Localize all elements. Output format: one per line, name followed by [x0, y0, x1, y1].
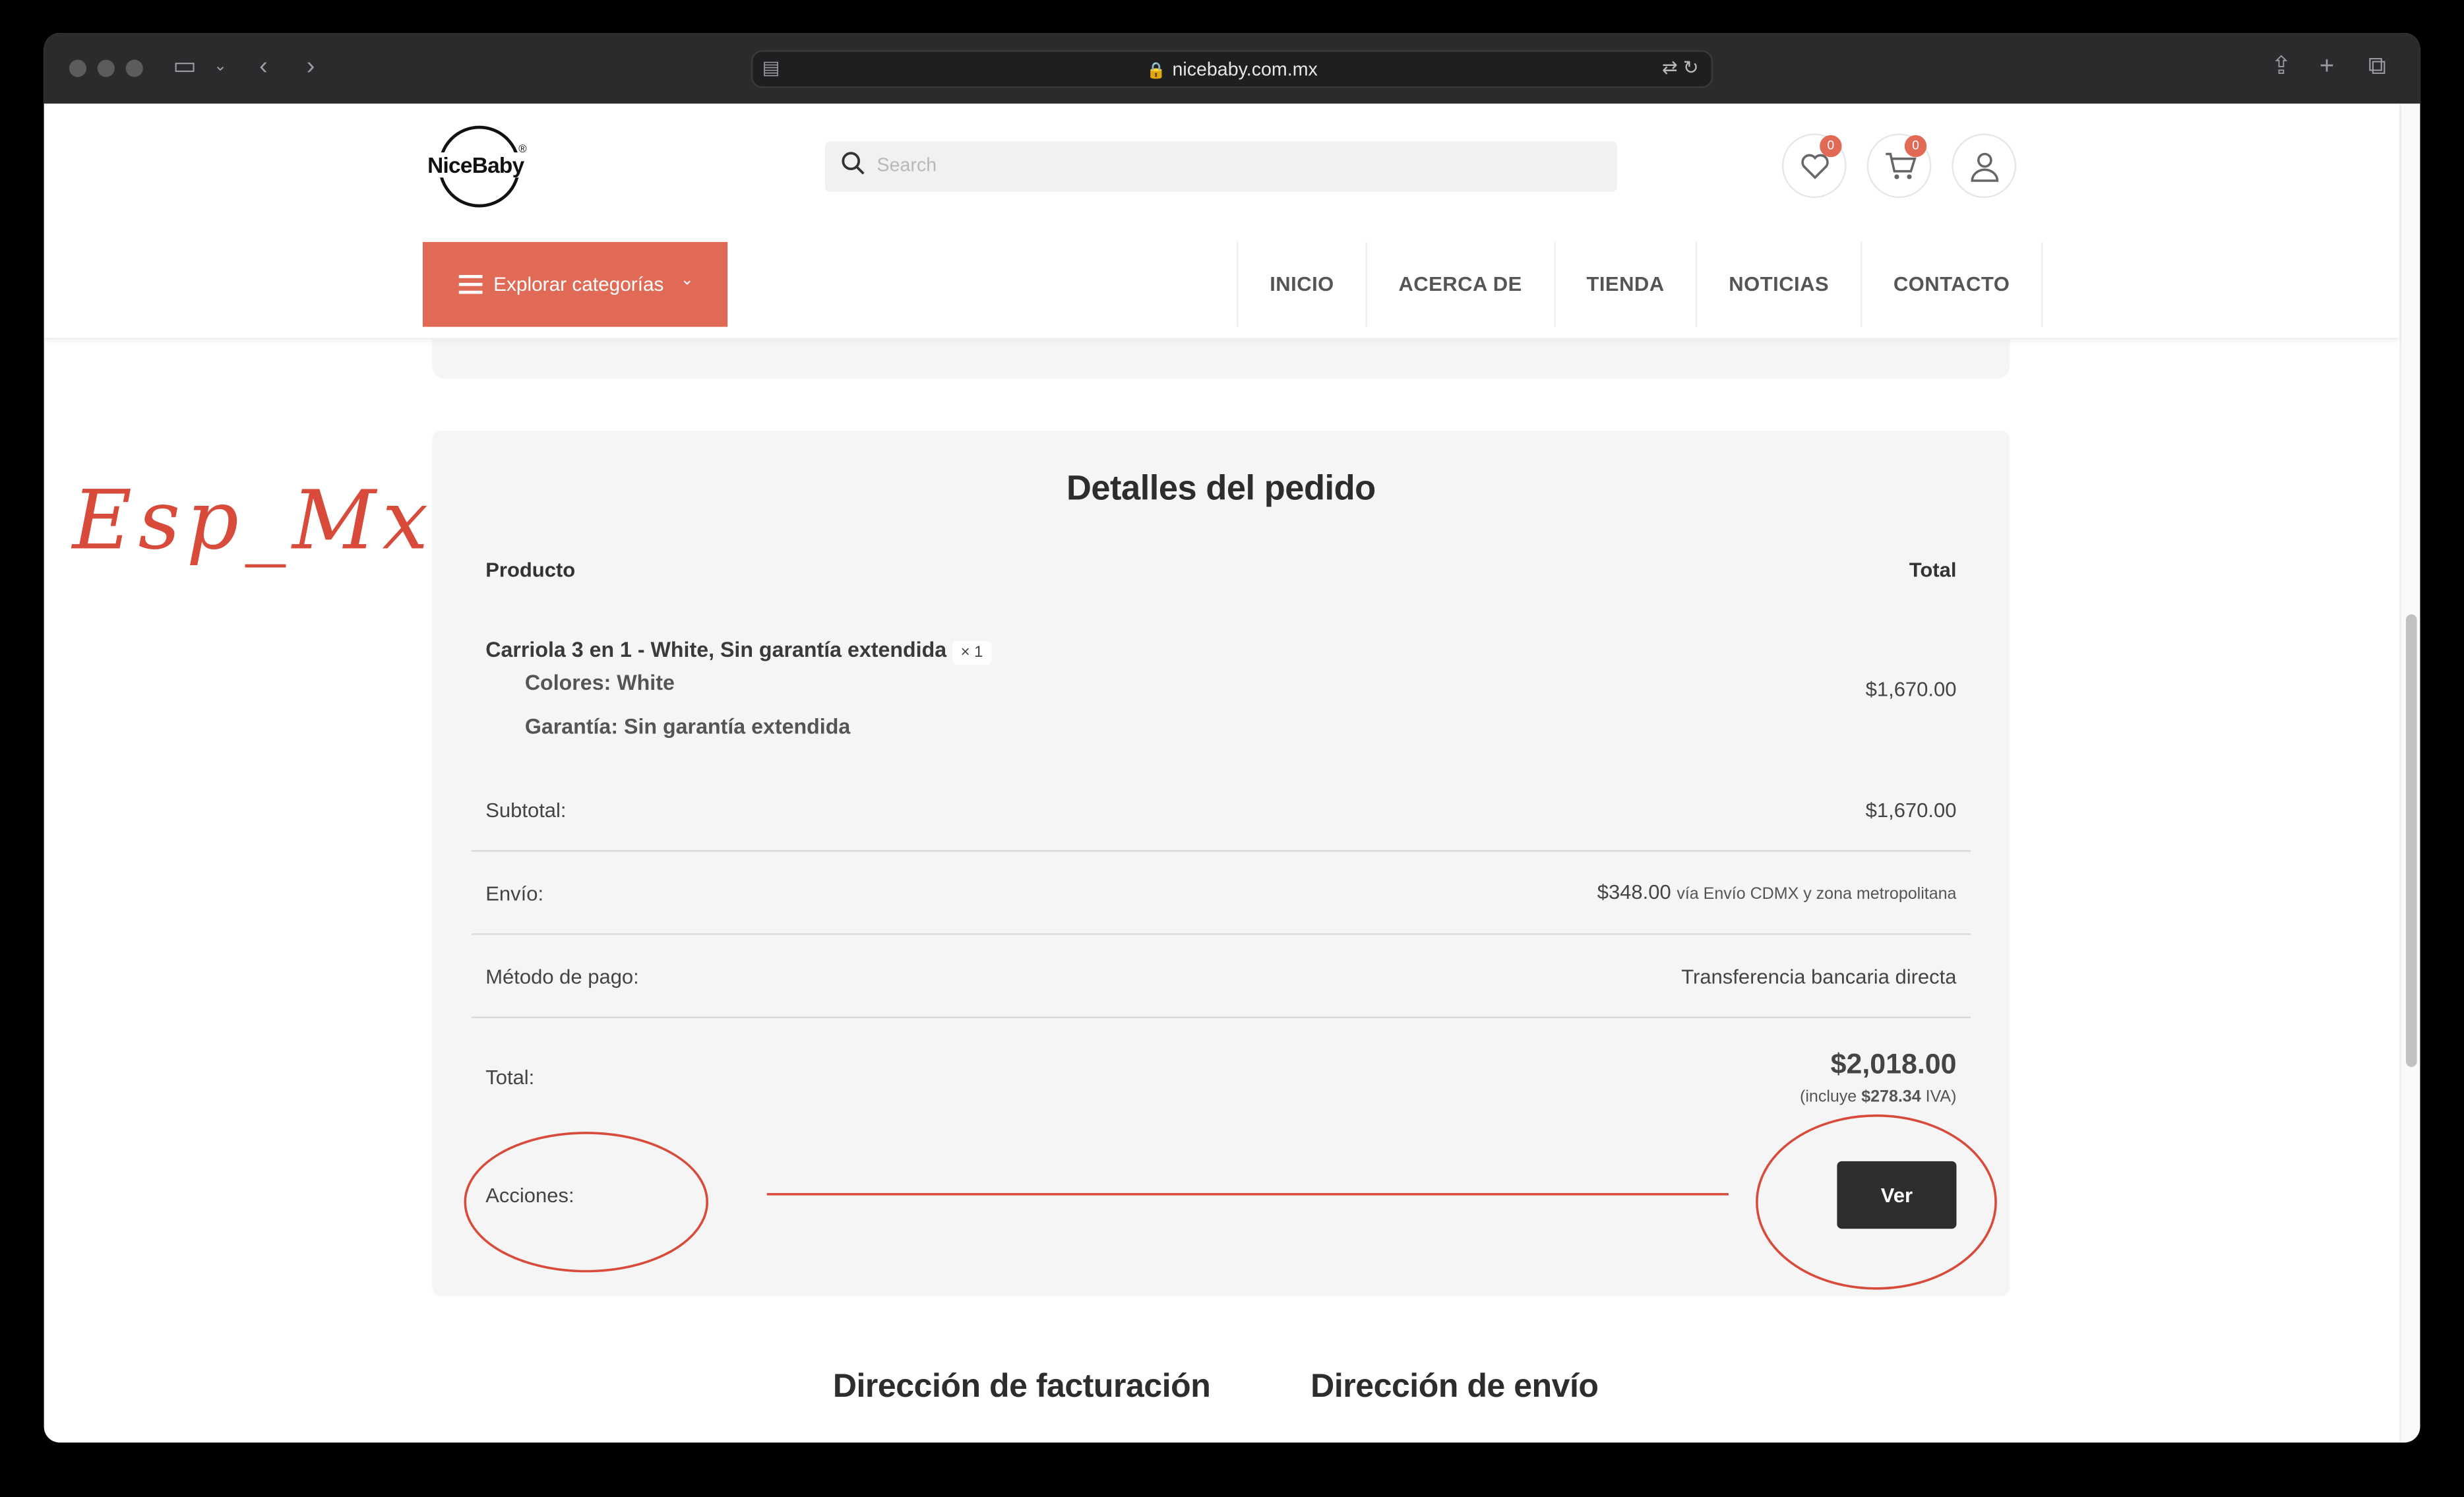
url-text: nicebaby.com.mx [1172, 58, 1318, 80]
total-column-header: Total [1909, 557, 1957, 582]
handwritten-annotation: Esp_Mx [72, 474, 435, 569]
nav-item-inicio[interactable]: INICIO [1237, 241, 1365, 327]
order-total-value: $2,018.00 [1830, 1048, 1957, 1080]
meta-warranty-value: Sin garantía extendida [624, 715, 851, 739]
payment-method-value: Transferencia bancaria directa [1681, 964, 1957, 989]
payment-method-label: Método de pago: [485, 964, 639, 989]
new-tab-icon[interactable]: + [2320, 52, 2334, 84]
user-icon [1971, 152, 1999, 182]
minimize-window-button[interactable] [97, 59, 115, 77]
tab-overview-icon[interactable]: ⧉ [2368, 52, 2386, 84]
shipping-value-row: $348.00 vía Envío CDMX y zona metropolit… [1597, 880, 1957, 903]
address-bar[interactable]: ▤ 🔒 nicebaby.com.mx ⇄ ↻ [751, 50, 1713, 88]
product-row: Carriola 3 en 1 - White, Sin garantía ex… [485, 638, 991, 665]
order-details-card: Detalles del pedido Producto Total Carri… [432, 430, 2010, 1297]
search-input[interactable]: Search [824, 141, 1617, 192]
meta-color-label: Colores: [524, 671, 611, 695]
nav-item-acerca-de[interactable]: ACERCA DE [1365, 241, 1553, 327]
shipping-address-title: Dirección de envío [1310, 1368, 1599, 1405]
subtotal-value: $1,670.00 [1865, 798, 1957, 822]
site-logo[interactable]: NiceBaby ® [423, 125, 530, 208]
sidebar-toggle-icon[interactable]: ▭ [173, 52, 197, 84]
tax-note: (incluye $278.34 IVA) [1800, 1087, 1956, 1107]
total-label: Total: [485, 1065, 535, 1089]
forward-arrow-icon[interactable]: › [307, 52, 315, 84]
web-page: NiceBaby ® Search 0 0 Explorar categoría… [44, 104, 2420, 1443]
meta-warranty-label: Garantía: [524, 715, 619, 739]
product-quantity: × 1 [952, 641, 991, 665]
search-placeholder: Search [877, 154, 937, 176]
billing-address-title: Dirección de facturación [832, 1368, 1211, 1405]
meta-color-value: White [617, 671, 675, 695]
product-name[interactable]: Carriola 3 en 1 - White, Sin garantía ex… [485, 638, 946, 661]
explore-categories-label: Explorar categorías [493, 273, 664, 295]
chevron-down-icon[interactable]: ⌄ [214, 52, 227, 84]
browser-toolbar: ▭ ⌄ ‹ › ▤ 🔒 nicebaby.com.mx ⇄ ↻ ⇪ + ⧉ [44, 33, 2420, 104]
product-meta-color: Colores: White [525, 671, 675, 694]
menu-icon [458, 274, 483, 294]
subtotal-label: Subtotal: [485, 798, 567, 822]
tax-amount: $278.34 [1861, 1087, 1921, 1107]
nav-item-noticias[interactable]: NOTICIAS [1696, 241, 1861, 327]
tax-prefix: (incluye [1800, 1087, 1857, 1107]
shipping-method: vía Envío CDMX y zona metropolitana [1677, 884, 1957, 904]
chevron-down-icon: ⌄ [680, 272, 694, 290]
row-divider [471, 1016, 1971, 1018]
product-column-header: Producto [485, 557, 576, 582]
back-arrow-icon[interactable]: ‹ [259, 52, 268, 84]
browser-window: ▭ ⌄ ‹ › ▤ 🔒 nicebaby.com.mx ⇄ ↻ ⇪ + ⧉ Nic… [44, 33, 2420, 1443]
view-order-button[interactable]: Ver [1837, 1161, 1957, 1229]
lock-icon: 🔒 [1146, 63, 1166, 80]
translate-reload-icon[interactable]: ⇄ ↻ [1662, 57, 1699, 78]
cart-count-badge: 0 [1904, 135, 1927, 158]
scrollbar-thumb[interactable] [2405, 614, 2417, 1067]
explore-categories-button[interactable]: Explorar categorías ⌄ [422, 241, 728, 327]
wishlist-button[interactable]: 0 [1781, 133, 1847, 199]
share-icon[interactable]: ⇪ [2271, 52, 2292, 84]
wishlist-count-badge: 0 [1820, 135, 1842, 158]
shipping-label: Envío: [485, 881, 544, 905]
zoom-window-button[interactable] [125, 59, 143, 77]
product-line-total: $1,670.00 [1865, 677, 1957, 701]
shipping-value: $348.00 [1597, 880, 1671, 904]
row-divider [471, 933, 1971, 935]
order-details-title: Detalles del pedido [1066, 468, 1376, 508]
close-window-button[interactable] [69, 59, 87, 77]
tax-suffix: IVA) [1925, 1087, 1957, 1107]
actions-label: Acciones: [485, 1183, 574, 1207]
cart-button[interactable]: 0 [1866, 133, 1932, 199]
row-divider [471, 850, 1971, 852]
logo-text: NiceBaby [425, 152, 526, 178]
site-header: NiceBaby ® Search 0 0 Explorar categoría… [44, 104, 2399, 340]
account-button[interactable] [1952, 133, 2017, 199]
nav-item-tienda[interactable]: TIENDA [1553, 241, 1696, 327]
product-meta-warranty: Garantía: Sin garantía extendida [525, 715, 850, 739]
nav-item-contacto[interactable]: CONTACTO [1860, 241, 2043, 327]
main-nav: INICIO ACERCA DE TIENDA NOTICIAS CONTACT… [1237, 241, 2043, 327]
logo-registered-mark: ® [518, 144, 527, 156]
search-icon [842, 152, 865, 175]
window-controls[interactable] [69, 59, 143, 77]
